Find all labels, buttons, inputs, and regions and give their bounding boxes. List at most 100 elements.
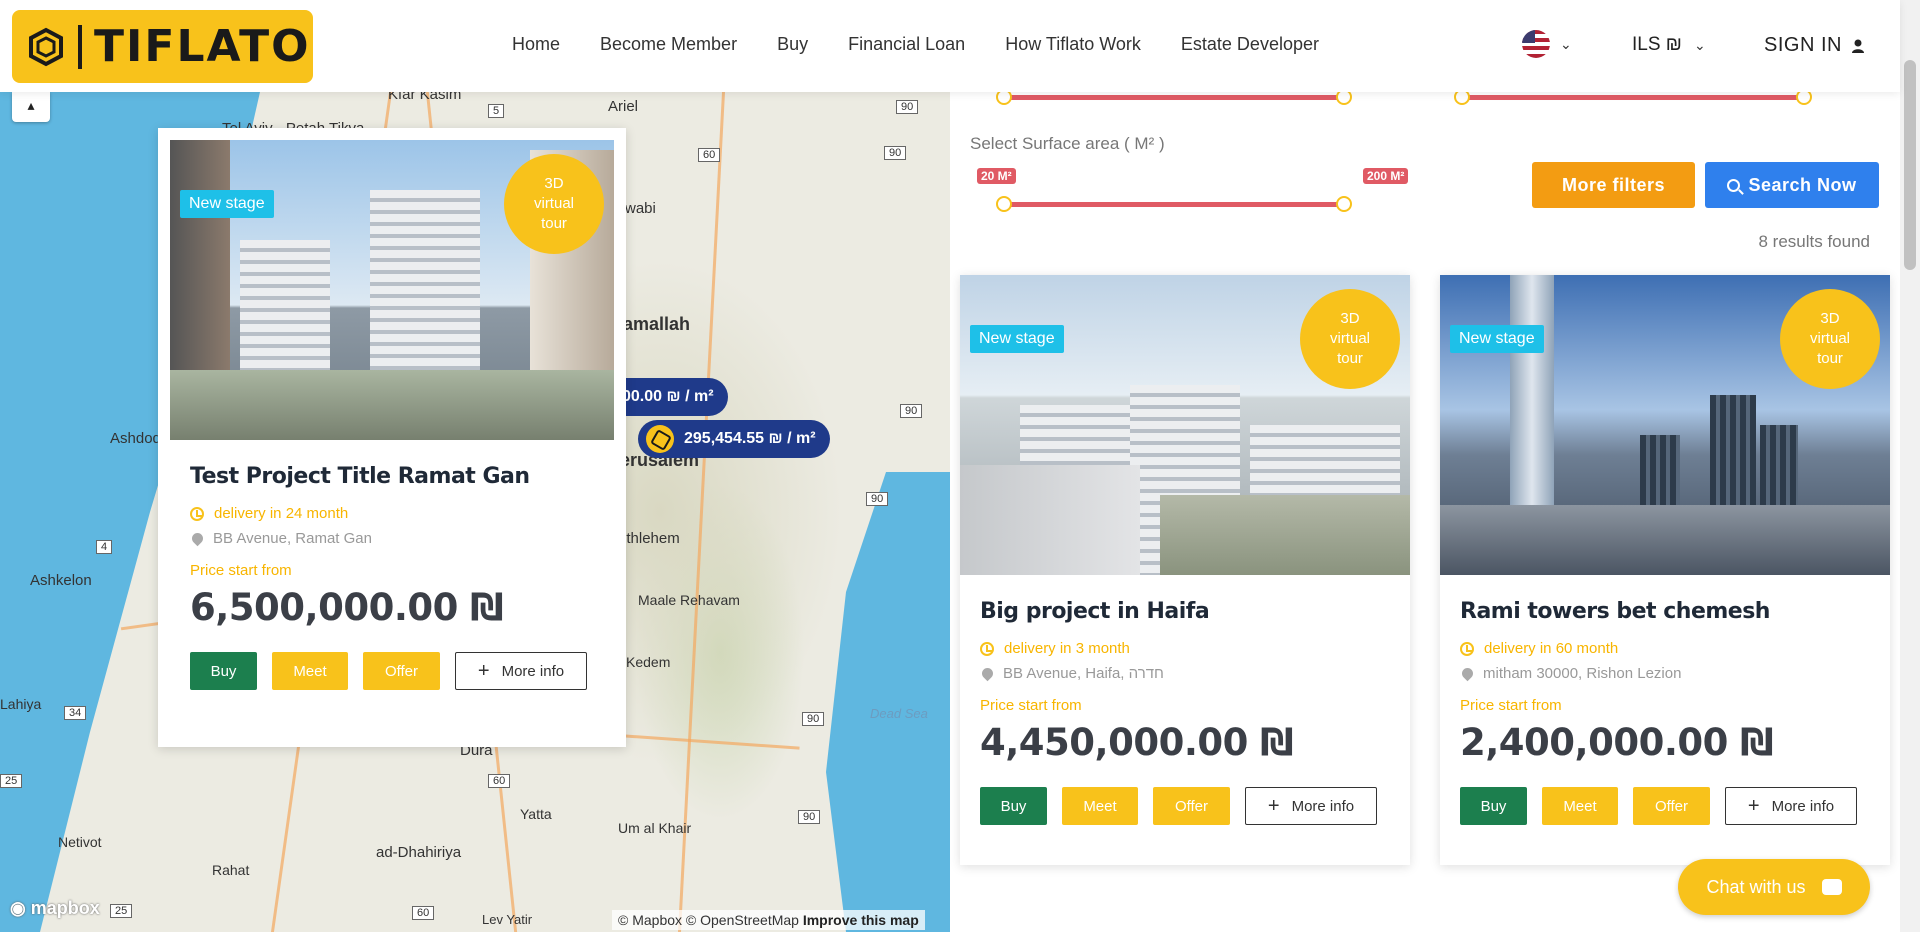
buy-button[interactable]: Buy [1460, 787, 1527, 825]
action-buttons: Buy Meet Offer + More info [980, 787, 1377, 825]
map-popup-card: New stage 3D virtual tour Test Project T… [158, 128, 626, 747]
map-label: Ashdod [110, 430, 161, 447]
surface-slider-min-knob[interactable] [996, 196, 1012, 212]
address-text: BB Avenue, Ramat Gan [213, 530, 372, 547]
price-label: Price start from [980, 697, 1082, 714]
compass-control[interactable]: ▴ [12, 92, 50, 122]
rooms-slider-track[interactable] [1462, 95, 1804, 100]
map-label: Maale Rehavam [638, 592, 740, 608]
road-shield: 5 [488, 104, 505, 118]
meet-button[interactable]: Meet [1542, 787, 1618, 825]
more-filters-button[interactable]: More filters [1532, 162, 1695, 208]
meet-button[interactable]: Meet [1062, 787, 1138, 825]
map-label: Netivot [58, 834, 102, 850]
address-info: BB Avenue, Ramat Gan [189, 530, 372, 547]
plus-icon: + [1267, 794, 1280, 817]
project-image[interactable]: New stage 3D virtual tour [170, 140, 614, 440]
logo[interactable]: TIFLATO [12, 10, 313, 83]
offer-button[interactable]: Offer [363, 652, 440, 690]
road-shield: 90 [798, 810, 821, 824]
logo-hexagon-icon [26, 27, 66, 67]
surface-slider-track[interactable] [1004, 202, 1344, 207]
project-title[interactable]: Big project in Haifa [980, 599, 1210, 624]
virtual-tour-badge[interactable]: 3D virtual tour [504, 154, 604, 254]
action-buttons: Buy Meet Offer + More info [190, 652, 587, 690]
nav-buy[interactable]: Buy [777, 34, 808, 55]
main-nav: Home Become Member Buy Financial Loan Ho… [512, 34, 1359, 55]
location-pin-icon [1459, 665, 1476, 682]
map-label: Ariel [608, 98, 639, 115]
improve-map-link[interactable]: Improve this map [803, 912, 919, 928]
chevron-down-icon: ⌄ [1560, 35, 1572, 52]
offer-button[interactable]: Offer [1153, 787, 1230, 825]
clock-icon [1460, 641, 1474, 656]
clock-icon [190, 506, 204, 521]
language-selector[interactable]: ⌄ [1522, 30, 1572, 58]
currency-selector[interactable]: ILS ₪ ⌄ [1632, 34, 1706, 56]
address-info: mitham 30000, Rishon Lezion [1459, 665, 1681, 682]
more-info-button[interactable]: + More info [1245, 787, 1377, 825]
chevron-down-icon: ⌄ [1693, 36, 1706, 53]
new-stage-badge: New stage [970, 325, 1064, 353]
scrollbar-thumb[interactable] [1904, 60, 1916, 270]
nav-how-it-works[interactable]: How Tiflato Work [1005, 34, 1141, 55]
virtual-tour-badge[interactable]: 3D virtual tour [1780, 289, 1880, 389]
nav-estate-developer[interactable]: Estate Developer [1181, 34, 1319, 55]
nav-home[interactable]: Home [512, 34, 560, 55]
price-value: 6,500,000.00 ₪ [190, 586, 504, 629]
plus-icon: + [1747, 794, 1760, 817]
nav-become-member[interactable]: Become Member [600, 34, 737, 55]
road-shield: 90 [900, 404, 923, 418]
chat-bubble-icon [1821, 879, 1842, 895]
logo-divider [78, 24, 82, 69]
map-label: Yatta [520, 806, 552, 822]
delivery-info: delivery in 60 month [1460, 640, 1618, 657]
surface-area-label: Select Surface area ( M² ) [970, 134, 1165, 153]
price-value: 4,450,000.00 ₪ [980, 721, 1294, 764]
logo-text: TIFLATO [94, 21, 311, 72]
map-label: wabi [625, 200, 656, 217]
price-label: Price start from [1460, 697, 1562, 714]
address-text: BB Avenue, Haifa, חדרה [1003, 665, 1164, 682]
new-stage-badge: New stage [1450, 325, 1544, 353]
delivery-text: delivery in 24 month [214, 505, 349, 522]
project-title[interactable]: Rami towers bet chemesh [1460, 599, 1770, 624]
badge-3d-line: tour [1817, 350, 1843, 367]
chat-button[interactable]: Chat with us [1678, 859, 1870, 915]
delivery-text: delivery in 3 month [1004, 640, 1130, 657]
price-label: Price start from [190, 562, 292, 579]
project-title[interactable]: Test Project Title Ramat Gan [190, 464, 530, 489]
road-shield: 90 [802, 712, 825, 726]
buy-button[interactable]: Buy [190, 652, 257, 690]
meet-button[interactable]: Meet [272, 652, 348, 690]
map-label: Um al Khair [618, 820, 692, 836]
nav-financial-loan[interactable]: Financial Loan [848, 34, 965, 55]
map-attribution: © Mapbox © OpenStreetMap Improve this ma… [612, 910, 925, 930]
search-now-button[interactable]: Search Now [1705, 162, 1879, 208]
surface-slider-max-knob[interactable] [1336, 196, 1352, 212]
sign-in-button[interactable]: SIGN IN [1764, 34, 1864, 57]
location-pin-icon [189, 530, 206, 547]
map-label: Lahiya [0, 696, 42, 712]
project-card: New stage 3D virtual tour Rami towers be… [1440, 275, 1890, 865]
buy-button[interactable]: Buy [980, 787, 1047, 825]
badge-3d-line: 3D [1340, 310, 1360, 327]
road-shield: 90 [884, 146, 907, 160]
more-info-label: More info [1771, 797, 1835, 815]
price-slider-track[interactable] [1004, 95, 1344, 100]
surface-max-tag: 200 M² [1363, 168, 1409, 184]
more-info-button[interactable]: + More info [455, 652, 587, 690]
price-pin[interactable]: 295,454.55 ₪ / m² [638, 420, 830, 458]
dead-sea-water [826, 472, 950, 932]
mapbox-logo[interactable]: ◉ mapbox [10, 898, 100, 919]
road-shield: 60 [698, 148, 721, 162]
more-info-button[interactable]: + More info [1725, 787, 1857, 825]
virtual-tour-badge[interactable]: 3D virtual tour [1300, 289, 1400, 389]
location-pin-icon [979, 665, 996, 682]
page-scrollbar[interactable] [1900, 0, 1920, 932]
offer-button[interactable]: Offer [1633, 787, 1710, 825]
project-image[interactable]: New stage 3D virtual tour [1440, 275, 1890, 575]
price-value: 2,400,000.00 ₪ [1460, 721, 1774, 764]
project-image[interactable]: New stage 3D virtual tour [960, 275, 1410, 575]
plus-icon: + [477, 659, 490, 682]
